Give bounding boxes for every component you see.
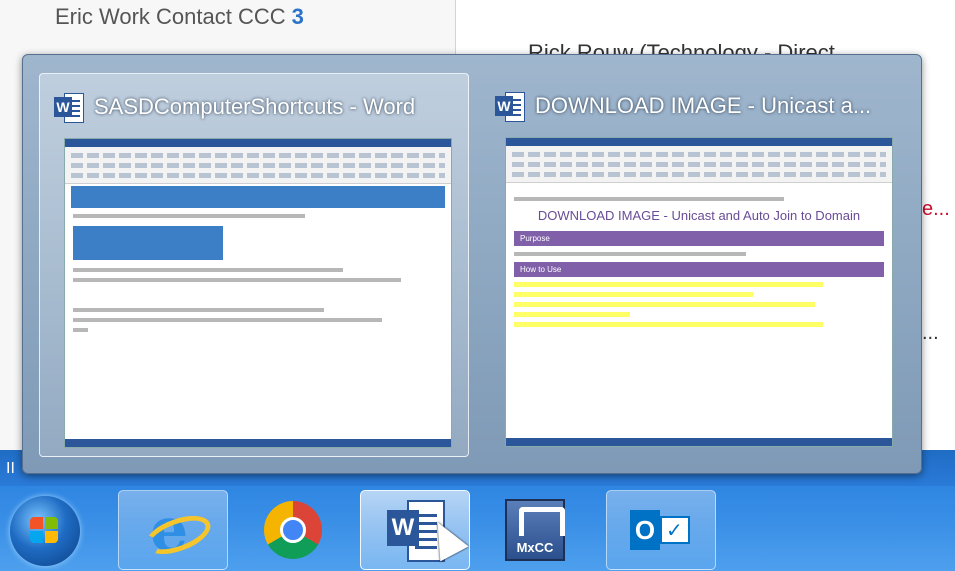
- document-section-how-to-use: How to Use: [514, 262, 884, 277]
- thumbnail-preview: DOWNLOAD IMAGE - Unicast and Auto Join t…: [505, 137, 893, 447]
- word-icon: W: [54, 93, 84, 123]
- contact-group-label[interactable]: Eric Work Contact CCC 3: [55, 4, 304, 30]
- background-ellipsis: ...: [922, 322, 939, 344]
- windows-start-icon: [30, 517, 60, 545]
- thumbnail-preview: [64, 138, 452, 448]
- mxcc-icon: MxCC: [505, 499, 565, 561]
- taskbar-mxcc-button[interactable]: MxCC: [480, 490, 590, 570]
- internet-explorer-icon: e: [140, 495, 216, 565]
- contact-group-name: Eric Work Contact CCC: [55, 4, 286, 29]
- thumbnail-download-image[interactable]: W DOWNLOAD IMAGE - Unicast a... DOWNLOAD…: [481, 73, 909, 455]
- thumbnail-title: DOWNLOAD IMAGE - Unicast a...: [535, 93, 872, 118]
- thumbnail-title: SASDComputerShortcuts - Word: [94, 94, 416, 119]
- word-icon: W: [495, 92, 525, 122]
- document-heading: DOWNLOAD IMAGE - Unicast and Auto Join t…: [537, 208, 861, 223]
- document-section-purpose: Purpose: [514, 231, 884, 246]
- outlook-icon: O: [630, 504, 692, 556]
- thumbnail-title-bar: W SASDComputerShortcuts - Word: [54, 92, 416, 123]
- taskbar-internet-explorer-button[interactable]: e: [118, 490, 228, 570]
- taskbar-chrome-button[interactable]: [238, 490, 348, 570]
- thumbnail-sasd-computer-shortcuts[interactable]: W SASDComputerShortcuts - Word: [39, 73, 469, 457]
- contact-count: 3: [291, 4, 304, 29]
- taskbar-thumbnail-popup: W SASDComputerShortcuts - Word W DOWNLOA…: [22, 54, 922, 474]
- mxcc-label: MxCC: [516, 540, 554, 555]
- thumbnail-title-bar: W DOWNLOAD IMAGE - Unicast a...: [495, 91, 872, 122]
- strip-label: II: [6, 460, 15, 477]
- word-icon-letter: W: [387, 510, 419, 546]
- chrome-icon: [264, 501, 322, 559]
- start-button[interactable]: [10, 496, 80, 566]
- taskbar-outlook-button[interactable]: O: [606, 490, 716, 570]
- background-red-text: e...: [922, 198, 950, 220]
- outlook-icon-letter: O: [630, 510, 660, 550]
